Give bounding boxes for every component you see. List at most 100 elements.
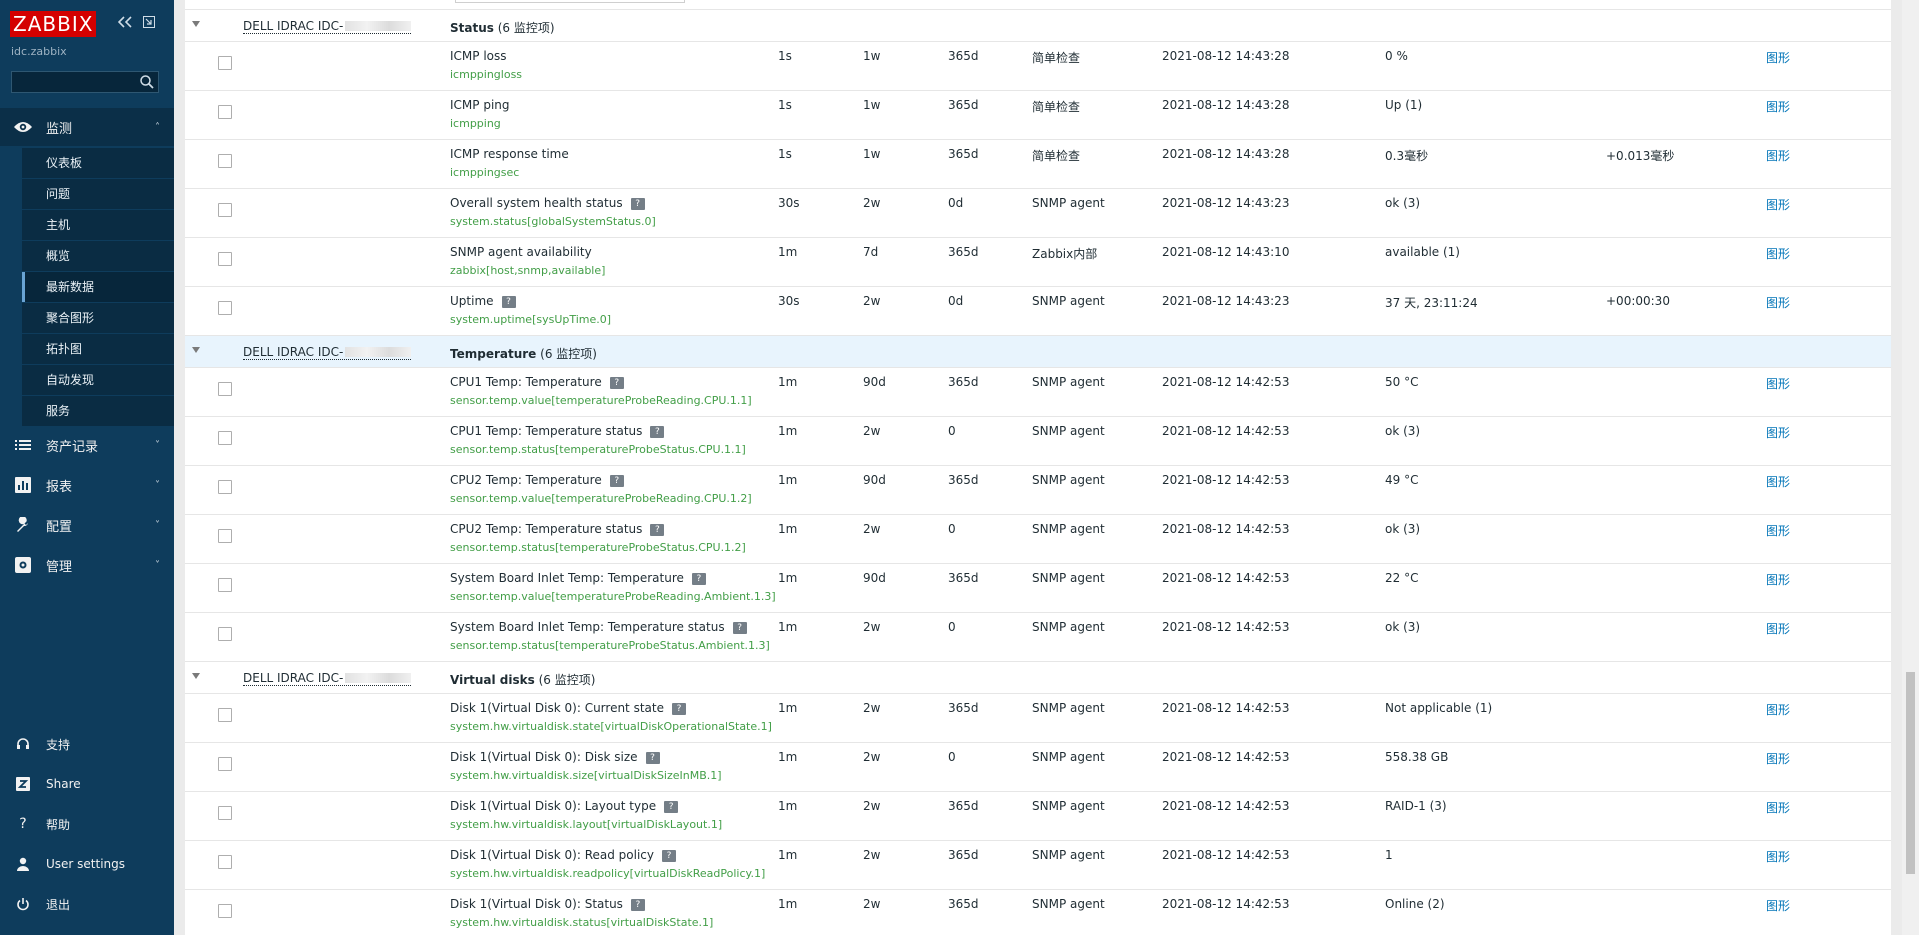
scrollbar-thumb[interactable] — [1906, 672, 1915, 874]
item-type: SNMP agent — [1032, 473, 1105, 487]
item-key: system.hw.virtualdisk.layout[virtualDisk… — [450, 818, 723, 831]
row-checkbox[interactable] — [218, 708, 232, 722]
graph-link[interactable]: 图形 — [1766, 522, 1790, 539]
submenu-dashboard[interactable]: 仪表板 — [22, 147, 174, 178]
submenu-discovery[interactable]: 自动发现 — [22, 364, 174, 395]
headset-icon — [14, 737, 32, 751]
user-settings-label: User settings — [46, 857, 126, 871]
chevron-down-icon: ˅ — [155, 519, 160, 531]
search-input[interactable] — [11, 71, 159, 93]
row-checkbox[interactable] — [218, 480, 232, 494]
collapse-toggle-icon[interactable] — [192, 347, 200, 353]
submenu-latest-data[interactable]: 最新数据 — [22, 271, 174, 302]
graph-link[interactable]: 图形 — [1766, 571, 1790, 588]
submenu-overview[interactable]: 概览 — [22, 240, 174, 271]
graph-link[interactable]: 图形 — [1766, 98, 1790, 115]
help-icon[interactable]: ? — [501, 296, 516, 308]
row-checkbox[interactable] — [218, 627, 232, 641]
help-icon[interactable]: ? — [732, 622, 747, 634]
row-checkbox[interactable] — [218, 56, 232, 70]
help-icon[interactable]: ? — [650, 524, 665, 536]
graph-link[interactable]: 图形 — [1766, 750, 1790, 767]
user-settings-link[interactable]: User settings — [0, 848, 174, 880]
update-interval: 1m — [778, 750, 798, 764]
item-name-text: CPU2 Temp: Temperature status — [450, 522, 643, 536]
nav-administration[interactable]: 管理 ˅ — [0, 546, 174, 584]
kiosk-mode-icon[interactable] — [143, 16, 155, 32]
row-checkbox[interactable] — [218, 806, 232, 820]
trends-period: 0 — [948, 522, 956, 536]
row-checkbox[interactable] — [218, 203, 232, 217]
graph-link[interactable]: 图形 — [1766, 245, 1790, 262]
nav-configuration[interactable]: 配置 ˅ — [0, 506, 174, 544]
last-check-time: 2021-08-12 14:42:53 — [1162, 473, 1290, 487]
item-name-text: Disk 1(Virtual Disk 0): Layout type — [450, 799, 657, 813]
help-icon[interactable]: ? — [650, 426, 665, 438]
row-checkbox[interactable] — [218, 382, 232, 396]
help-icon[interactable]: ? — [609, 377, 624, 389]
collapse-toggle-icon[interactable] — [192, 673, 200, 679]
help-icon[interactable]: ? — [645, 752, 660, 764]
graph-link[interactable]: 图形 — [1766, 375, 1790, 392]
nav-monitoring[interactable]: 监测 ˄ — [0, 108, 174, 146]
row-checkbox[interactable] — [218, 904, 232, 918]
collapse-toggle-icon[interactable] — [192, 21, 200, 27]
submenu-services[interactable]: 服务 — [22, 395, 174, 426]
graph-link[interactable]: 图形 — [1766, 701, 1790, 718]
row-checkbox[interactable] — [218, 855, 232, 869]
share-link[interactable]: Share — [0, 768, 174, 800]
host-name-link[interactable]: DELL IDRAC IDC- — [243, 345, 412, 360]
submenu-hosts[interactable]: 主机 — [22, 209, 174, 240]
support-link[interactable]: 支持 — [0, 728, 174, 760]
help-link[interactable]: ? 帮助 — [0, 808, 174, 840]
nav-inventory[interactable]: 资产记录 ˅ — [0, 426, 174, 464]
help-icon[interactable]: ? — [662, 850, 676, 862]
help-icon[interactable]: ? — [630, 899, 645, 911]
graph-link[interactable]: 图形 — [1766, 49, 1790, 66]
row-checkbox[interactable] — [218, 578, 232, 592]
help-icon[interactable]: ? — [609, 475, 624, 487]
vertical-scrollbar[interactable] — [1902, 0, 1919, 935]
graph-link[interactable]: 图形 — [1766, 424, 1790, 441]
logout-link[interactable]: 退出 — [0, 888, 174, 920]
item-name-text: ICMP loss — [450, 49, 507, 63]
trends-period: 365d — [948, 98, 979, 112]
search-icon[interactable] — [139, 74, 155, 90]
help-icon[interactable]: ? — [691, 573, 706, 585]
host-name-link[interactable]: DELL IDRAC IDC- — [243, 671, 412, 686]
row-checkbox[interactable] — [218, 301, 232, 315]
row-checkbox[interactable] — [218, 431, 232, 445]
help-icon[interactable]: ? — [630, 198, 645, 210]
item-type: 简单检查 — [1032, 100, 1081, 114]
graph-link[interactable]: 图形 — [1766, 848, 1790, 865]
value-change: +0.013毫秒 — [1606, 149, 1675, 163]
logo-text[interactable]: ZABBIX — [10, 11, 97, 37]
graph-link[interactable]: 图形 — [1766, 196, 1790, 213]
row-checkbox[interactable] — [218, 757, 232, 771]
submenu-problems[interactable]: 问题 — [22, 178, 174, 209]
row-checkbox[interactable] — [218, 529, 232, 543]
row-checkbox[interactable] — [218, 105, 232, 119]
row-checkbox[interactable] — [218, 154, 232, 168]
item-name-text: Disk 1(Virtual Disk 0): Disk size — [450, 750, 638, 764]
trends-period: 0 — [948, 424, 956, 438]
row-checkbox[interactable] — [218, 252, 232, 266]
application-name: Temperature (6 监控项) — [450, 345, 597, 362]
graph-link[interactable]: 图形 — [1766, 897, 1790, 914]
graph-link[interactable]: 图形 — [1766, 473, 1790, 490]
submenu-screens[interactable]: 聚合图形 — [22, 302, 174, 333]
graph-link[interactable]: 图形 — [1766, 294, 1790, 311]
host-name-link[interactable]: DELL IDRAC IDC- — [243, 19, 412, 34]
graph-link[interactable]: 图形 — [1766, 147, 1790, 164]
submenu-maps[interactable]: 拓扑图 — [22, 333, 174, 364]
nav-reports[interactable]: 报表 ˅ — [0, 466, 174, 504]
collapse-sidebar-icon[interactable] — [117, 16, 132, 32]
zabbix-logo[interactable]: ZABBIX — [10, 11, 97, 37]
help-icon[interactable]: ? — [664, 801, 679, 813]
graph-link[interactable]: 图形 — [1766, 620, 1790, 637]
update-interval: 30s — [778, 294, 800, 308]
help-icon[interactable]: ? — [671, 703, 686, 715]
item-name: ICMP loss — [450, 49, 507, 63]
last-value: 0.3毫秒 — [1385, 149, 1429, 163]
graph-link[interactable]: 图形 — [1766, 799, 1790, 816]
